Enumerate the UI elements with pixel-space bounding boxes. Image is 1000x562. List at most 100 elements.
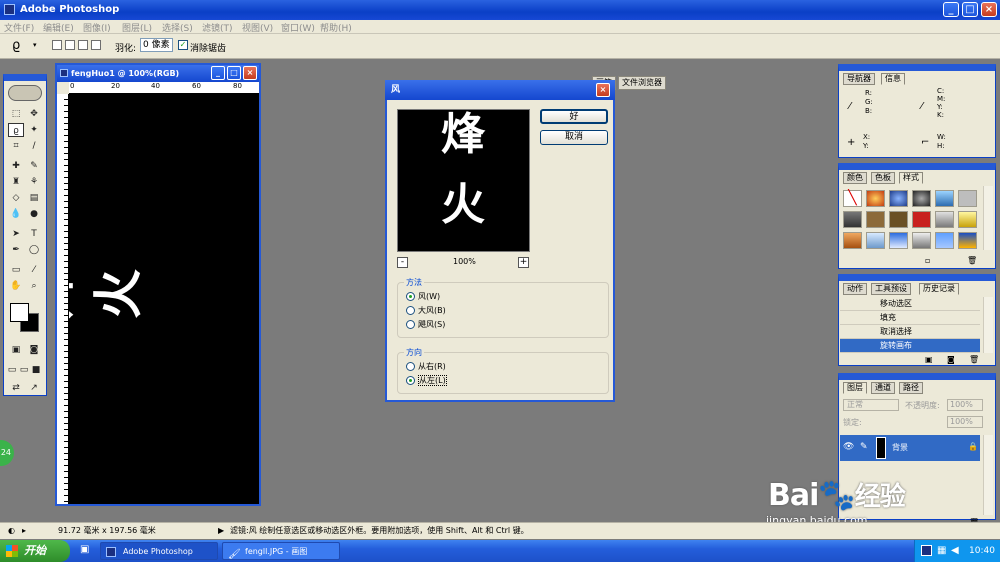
radio-unselected[interactable] xyxy=(406,362,415,371)
tab-actions[interactable]: 动作 xyxy=(843,283,867,295)
style-swatch-none[interactable]: ╲ xyxy=(843,190,862,207)
eye-icon[interactable]: 👁 xyxy=(843,442,854,452)
direction-option-right[interactable]: 从右(R) xyxy=(406,362,446,372)
foreground-color[interactable] xyxy=(10,303,29,322)
ok-button[interactable]: 好 xyxy=(540,109,608,124)
new-selection-icon[interactable] xyxy=(52,40,62,50)
opacity-input[interactable]: 100% xyxy=(947,399,983,411)
notes-tool-icon[interactable]: ▭ xyxy=(8,263,24,277)
menu-layer[interactable]: 图层(L) xyxy=(122,21,152,34)
intersect-selection-icon[interactable] xyxy=(91,40,101,50)
menu-window[interactable]: 窗口(W) xyxy=(281,21,315,34)
antialias-checkbox[interactable]: ✓ xyxy=(178,40,188,50)
screen-mode-menu-icon[interactable]: ▭ xyxy=(18,363,30,377)
lasso-tool-icon[interactable]: ϱ xyxy=(12,38,20,53)
new-snapshot-icon[interactable]: ▣ xyxy=(925,355,933,364)
side-badge[interactable]: 24 xyxy=(0,440,14,466)
network-icon[interactable]: ▦ xyxy=(937,540,946,562)
eraser-tool-icon[interactable]: ◇ xyxy=(8,191,24,205)
lasso-tool-icon[interactable]: ϱ xyxy=(8,123,24,137)
history-scrollbar[interactable] xyxy=(983,297,993,353)
imageready-icon[interactable]: ⇄ xyxy=(8,381,24,395)
task-paint[interactable]: 🖌 fengll.JPG - 画图 xyxy=(222,542,340,560)
layers-scrollbar[interactable] xyxy=(983,435,993,515)
fill-input[interactable]: 100% xyxy=(947,416,983,428)
slice-tool-icon[interactable]: / xyxy=(26,139,42,153)
minimize-button[interactable]: _ xyxy=(943,2,959,17)
style-swatch[interactable] xyxy=(912,190,931,207)
tab-info[interactable]: 信息 xyxy=(881,73,905,85)
chevron-down-icon[interactable]: ▾ xyxy=(33,41,37,49)
style-swatch[interactable] xyxy=(843,232,862,249)
tab-paths[interactable]: 路径 xyxy=(899,382,923,394)
radio-selected[interactable] xyxy=(406,292,415,301)
style-swatch[interactable] xyxy=(958,211,977,228)
feather-input[interactable]: 0 像素 xyxy=(140,38,173,52)
crop-tool-icon[interactable]: ⌗ xyxy=(8,139,24,153)
style-swatch[interactable] xyxy=(912,232,931,249)
blend-mode-select[interactable]: 正常 xyxy=(843,399,899,411)
style-swatch[interactable] xyxy=(866,190,885,207)
delete-history-icon[interactable]: 🗑 xyxy=(969,355,979,364)
zoom-out-button[interactable]: - xyxy=(397,257,408,268)
quickmask-mode-icon[interactable]: ◙ xyxy=(26,343,42,357)
menu-edit[interactable]: 编辑(E) xyxy=(43,21,74,34)
history-item-selected[interactable]: 旋转画布 xyxy=(840,339,980,353)
tab-navigator[interactable]: 导航器 xyxy=(843,73,875,85)
close-button[interactable]: × xyxy=(981,2,997,17)
method-option-stagger[interactable]: 飓风(S) xyxy=(406,320,445,330)
screen-mode-full-icon[interactable]: ■ xyxy=(30,363,42,377)
method-option-blast[interactable]: 大风(B) xyxy=(406,306,446,316)
pen-tool-icon[interactable]: ✒ xyxy=(8,243,24,257)
dodge-tool-icon[interactable]: ● xyxy=(26,207,42,221)
zoom-in-button[interactable]: + xyxy=(518,257,529,268)
history-item[interactable]: 填充 xyxy=(840,311,980,325)
layer-row[interactable]: 👁 ✎ 背景 🔒 xyxy=(840,435,980,461)
delete-style-icon[interactable]: 🗑 xyxy=(967,256,977,265)
tab-history[interactable]: 历史记录 xyxy=(919,283,959,295)
cancel-button[interactable]: 取消 xyxy=(540,130,608,145)
style-swatch[interactable] xyxy=(958,232,977,249)
radio-selected[interactable] xyxy=(406,376,415,385)
jump-icon[interactable]: ↗ xyxy=(26,381,42,395)
adobe-online-icon[interactable] xyxy=(8,85,42,101)
palette-well-file-browser[interactable]: 文件浏览器 xyxy=(618,76,666,90)
style-swatch[interactable] xyxy=(912,211,931,228)
history-item[interactable]: 移动选区 xyxy=(840,297,980,311)
status-icon[interactable]: ▸ xyxy=(22,523,26,539)
task-photoshop[interactable]: Adobe Photoshop xyxy=(100,542,218,560)
eyedropper-icon[interactable]: ⁄ xyxy=(26,263,42,277)
style-swatch[interactable] xyxy=(935,190,954,207)
subtract-selection-icon[interactable] xyxy=(78,40,88,50)
style-swatch[interactable] xyxy=(889,211,908,228)
doc-close-button[interactable]: × xyxy=(243,66,257,80)
menu-image[interactable]: 图像(I) xyxy=(83,21,111,34)
style-swatch[interactable] xyxy=(935,232,954,249)
standard-mode-icon[interactable]: ▣ xyxy=(8,343,24,357)
brush-icon[interactable]: ✎ xyxy=(860,442,868,452)
radio-unselected[interactable] xyxy=(406,306,415,315)
clone-stamp-icon[interactable]: ♜ xyxy=(8,175,24,189)
start-button[interactable]: 开始 xyxy=(0,540,70,562)
zoom-tool-icon[interactable]: ⌕ xyxy=(26,279,42,293)
tray-app-icon[interactable] xyxy=(921,545,932,556)
doc-minimize-button[interactable]: _ xyxy=(211,66,225,80)
style-swatch[interactable] xyxy=(958,190,977,207)
move-tool-icon[interactable]: ✥ xyxy=(26,107,42,121)
menu-select[interactable]: 选择(S) xyxy=(162,21,193,34)
marquee-tool-icon[interactable]: ⬚ xyxy=(8,107,24,121)
direction-option-left[interactable]: 从左(L) xyxy=(406,375,447,386)
tab-tool-presets[interactable]: 工具预设 xyxy=(871,283,911,295)
healing-brush-icon[interactable]: ✚ xyxy=(8,159,24,173)
radio-unselected[interactable] xyxy=(406,320,415,329)
style-swatch[interactable] xyxy=(843,211,862,228)
style-swatch[interactable] xyxy=(889,232,908,249)
maximize-button[interactable]: □ xyxy=(962,2,978,17)
menu-help[interactable]: 帮助(H) xyxy=(320,21,352,34)
path-select-icon[interactable]: ➤ xyxy=(8,227,24,241)
method-option-wind[interactable]: 风(W) xyxy=(406,292,440,302)
style-swatch[interactable] xyxy=(889,190,908,207)
type-tool-icon[interactable]: T xyxy=(26,227,42,241)
menu-view[interactable]: 视图(V) xyxy=(242,21,273,34)
filter-preview[interactable]: 烽 火 xyxy=(397,109,530,252)
